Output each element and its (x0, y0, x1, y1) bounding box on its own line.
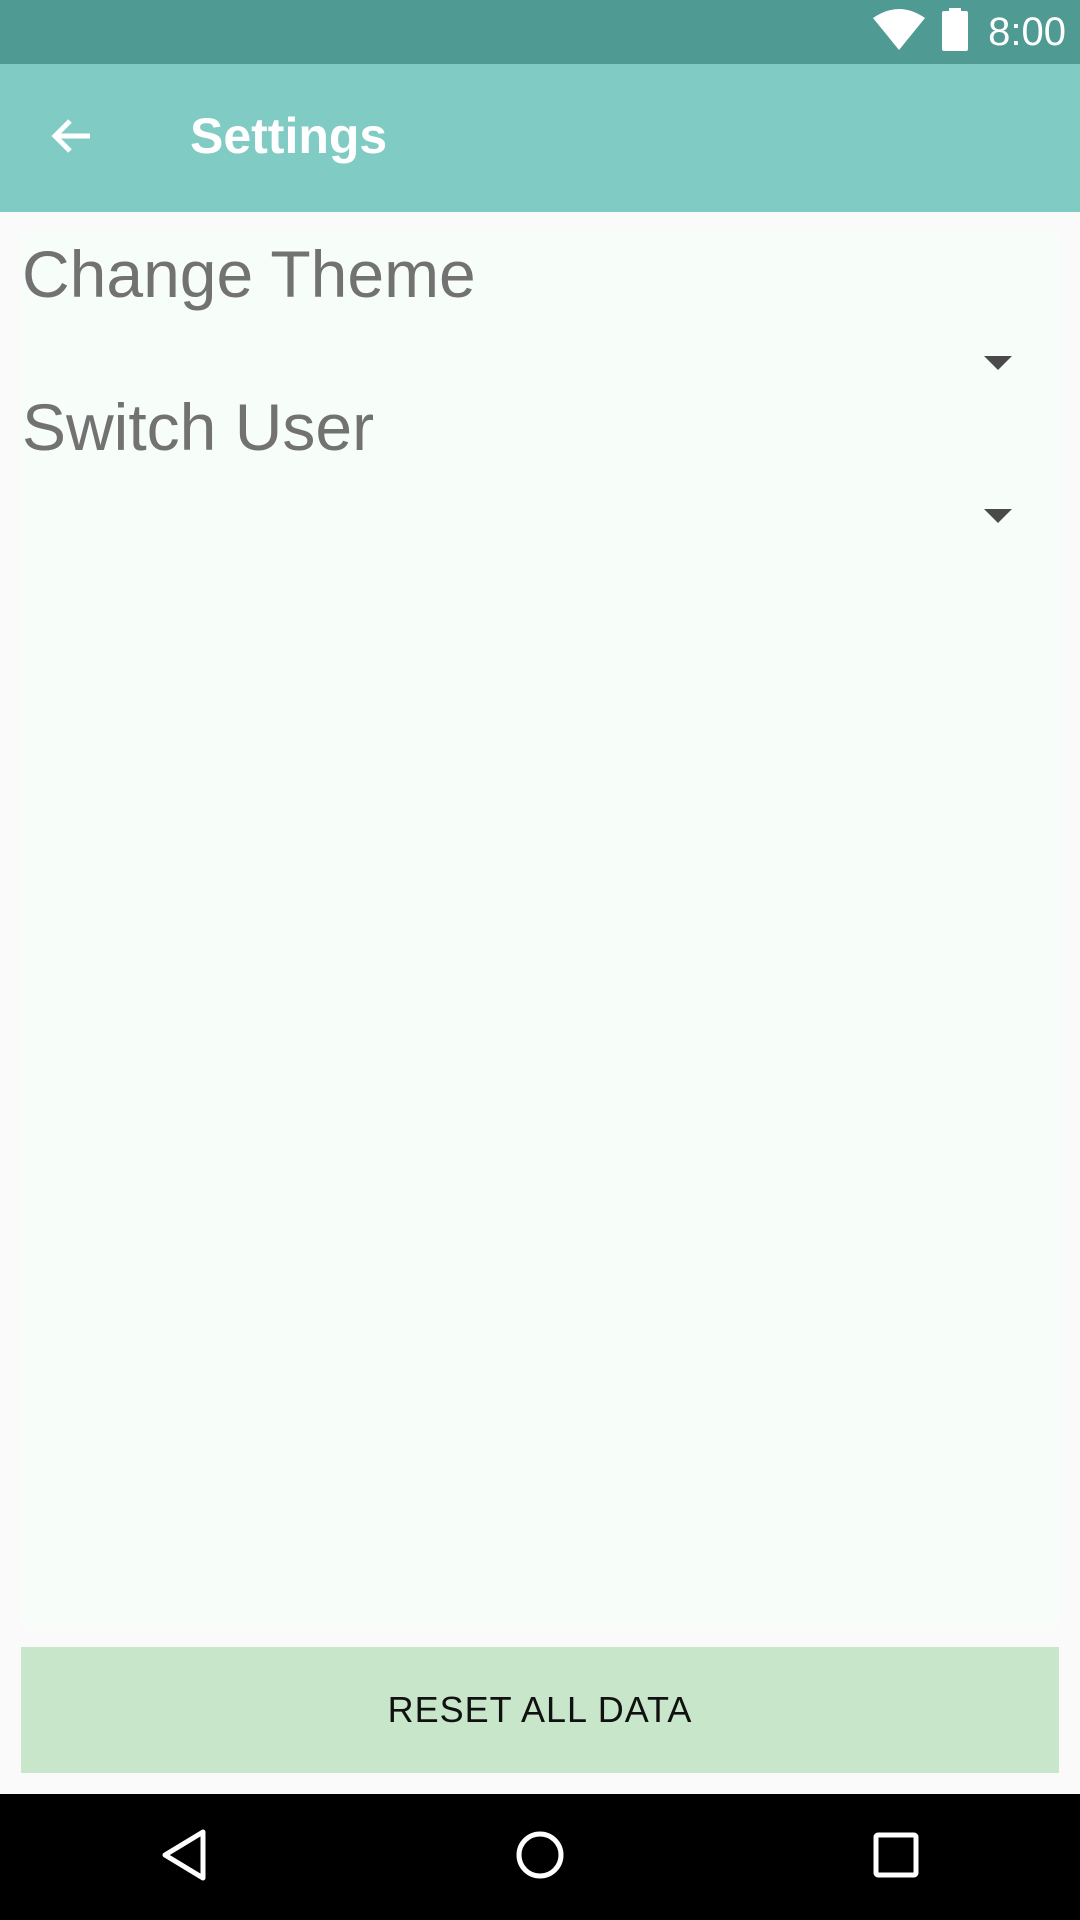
system-nav-bar (0, 1794, 1080, 1920)
nav-back-button[interactable] (144, 1817, 224, 1897)
nav-home-button[interactable] (500, 1817, 580, 1897)
wifi-icon (872, 8, 926, 57)
change-theme-label: Change Theme (22, 237, 476, 311)
reset-all-data-button[interactable]: RESET ALL DATA (21, 1647, 1059, 1773)
nav-home-icon (514, 1829, 566, 1886)
app-bar: Settings (0, 64, 1080, 212)
dropdown-arrow-icon (984, 356, 1012, 370)
settings-panel: Change Theme Switch User (21, 233, 1059, 1625)
battery-icon (940, 7, 970, 57)
status-bar: 8:00 (0, 0, 1080, 64)
nav-recents-icon (873, 1832, 919, 1883)
switch-user-label: Switch User (22, 390, 375, 464)
user-spinner[interactable] (21, 481, 1059, 551)
nav-back-icon (159, 1828, 209, 1887)
status-time: 8:00 (988, 10, 1066, 54)
back-arrow-icon (48, 112, 96, 165)
back-button[interactable] (24, 102, 120, 174)
dropdown-arrow-icon (984, 509, 1012, 523)
nav-recents-button[interactable] (856, 1817, 936, 1897)
status-icons: 8:00 (872, 7, 1066, 57)
page-title: Settings (190, 108, 388, 164)
